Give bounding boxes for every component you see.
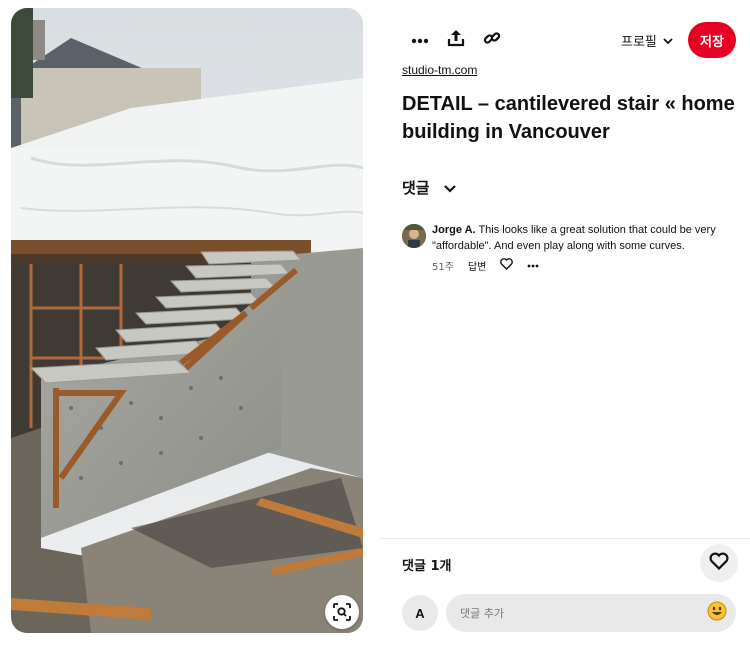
pin-closeup: 프로필 저장 studio-tm.com DETAIL – cantilever…: [0, 0, 750, 646]
user-avatar[interactable]: A: [402, 595, 438, 631]
chevron-down-icon: [443, 179, 456, 197]
reply-button[interactable]: 답변: [468, 258, 486, 273]
profile-label: 프로필: [621, 33, 657, 49]
comment-like-button[interactable]: [500, 258, 514, 273]
emoji-button[interactable]: [706, 601, 728, 626]
source-link[interactable]: studio-tm.com: [402, 63, 477, 77]
smiley-emoji-icon: [707, 601, 727, 626]
comment-count-row: 댓글 1개: [402, 544, 738, 582]
pin-toolbar: 프로필 저장: [380, 20, 740, 60]
pin-image[interactable]: [11, 8, 363, 633]
chevron-down-icon: [663, 33, 673, 48]
more-horizontal-icon: [411, 31, 429, 49]
comment-author[interactable]: Jorge A.: [432, 224, 476, 236]
share-upload-icon: [447, 29, 465, 52]
comment-age: 51주: [432, 262, 454, 273]
stair-photo: [11, 8, 363, 633]
save-button[interactable]: 저장: [688, 22, 736, 58]
more-horizontal-icon: [527, 260, 539, 271]
profile-dropdown[interactable]: 프로필: [621, 30, 673, 50]
comment-text: Jorge A. This looks like a great solutio…: [432, 222, 742, 254]
comments-toggle[interactable]: 댓글: [402, 177, 456, 198]
comment-more-button[interactable]: [527, 260, 539, 271]
footer-divider: [380, 538, 750, 539]
comments-toggle-label: 댓글: [402, 179, 430, 197]
heart-icon: [709, 552, 729, 575]
react-button[interactable]: [700, 544, 738, 582]
commenter-avatar[interactable]: [402, 224, 426, 248]
more-options-button[interactable]: [408, 28, 432, 52]
comment-input[interactable]: [446, 594, 736, 632]
visual-search-icon: [333, 603, 351, 621]
comment-composer: A: [402, 594, 738, 632]
copy-link-button[interactable]: [480, 28, 504, 52]
comment-count: 댓글 1개: [402, 559, 452, 574]
share-button[interactable]: [444, 28, 468, 52]
pin-title: DETAIL – cantilevered stair « home build…: [402, 93, 735, 143]
visual-search-button[interactable]: [325, 595, 359, 629]
heart-icon: [500, 258, 514, 273]
pin-details-panel: 프로필 저장 studio-tm.com DETAIL – cantilever…: [380, 0, 750, 646]
link-icon: [483, 29, 501, 52]
comment-meta: 51주 답변: [432, 258, 539, 273]
